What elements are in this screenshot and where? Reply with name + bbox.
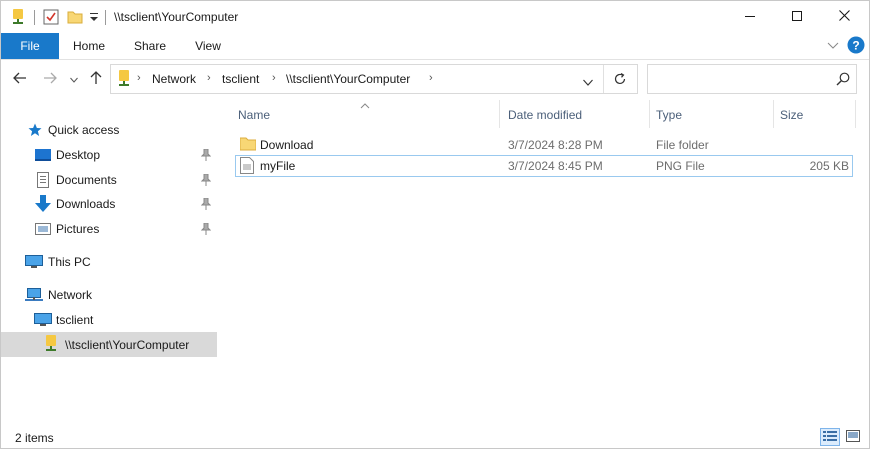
desktop-folder-icon <box>35 148 51 165</box>
up-button[interactable] <box>87 69 105 89</box>
pin-icon[interactable] <box>200 197 212 213</box>
breadcrumb-yourcomputer[interactable]: \\tsclient\YourComputer <box>286 72 410 86</box>
file-row[interactable]: myFile 3/7/2024 8:45 PM PNG File 205 KB <box>235 155 853 177</box>
sort-ascending-icon <box>360 98 370 112</box>
sidebar-item-label: This PC <box>48 255 91 269</box>
search-icon <box>836 72 850 89</box>
breadcrumb-network[interactable]: Network <box>152 72 196 86</box>
recent-locations-button[interactable] <box>67 69 81 89</box>
pin-icon[interactable] <box>200 173 212 189</box>
pin-icon[interactable] <box>200 222 212 238</box>
breadcrumb-separator-icon: › <box>137 72 141 84</box>
properties-icon[interactable] <box>43 9 59 28</box>
forward-button[interactable] <box>41 69 59 89</box>
sidebar-item-desktop[interactable]: Desktop <box>1 143 217 167</box>
window-title: \\tsclient\YourComputer <box>114 10 239 24</box>
pictures-icon <box>35 223 51 238</box>
large-icons-view-button[interactable] <box>843 428 863 446</box>
documents-icon <box>37 172 49 191</box>
sidebar-item-label: Downloads <box>56 197 116 211</box>
minimize-icon <box>745 10 755 24</box>
address-bar[interactable]: › Network › tsclient › \\tsclient\YourCo… <box>110 64 638 94</box>
search-input[interactable] <box>647 64 857 94</box>
column-header-type[interactable]: Type <box>656 108 682 122</box>
file-explorer-window: \\tsclient\YourComputer File Home Share … <box>0 0 870 449</box>
sidebar-item-this-pc[interactable]: This PC <box>1 250 217 274</box>
breadcrumb-separator-icon[interactable]: › <box>429 72 433 84</box>
details-view-button[interactable] <box>820 428 840 446</box>
expand-ribbon-icon[interactable] <box>827 40 839 54</box>
new-folder-icon[interactable] <box>67 9 83 28</box>
tab-home[interactable]: Home <box>63 33 115 59</box>
sidebar-item-quick-access[interactable]: Quick access <box>1 118 217 142</box>
sidebar-item-label: Network <box>48 288 93 302</box>
sidebar-item-tsclient[interactable]: tsclient <box>1 308 217 332</box>
sidebar-item-label: Quick access <box>48 123 120 137</box>
back-arrow-icon <box>13 72 27 87</box>
star-icon <box>28 123 42 140</box>
svg-text:?: ? <box>852 39 859 53</box>
file-type: PNG File <box>656 159 705 173</box>
monitor-icon <box>25 255 43 272</box>
large-icons-view-icon <box>846 429 860 445</box>
sidebar-item-documents[interactable]: Documents <box>1 168 217 192</box>
maximize-icon <box>792 10 802 24</box>
help-icon[interactable]: ? <box>847 36 865 57</box>
sidebar-item-yourcomputer[interactable]: \\tsclient\YourComputer <box>1 332 217 357</box>
title-bar: \\tsclient\YourComputer <box>1 1 869 33</box>
download-arrow-icon <box>35 195 51 216</box>
network-drive-icon <box>117 70 131 91</box>
sidebar-item-label: Documents <box>56 173 117 187</box>
status-item-count: 2 items <box>15 431 54 445</box>
details-view-icon <box>823 430 837 445</box>
address-history-dropdown-icon[interactable] <box>583 75 593 89</box>
file-row[interactable]: Download 3/7/2024 8:28 PM File folder <box>235 134 853 156</box>
forward-arrow-icon <box>43 72 57 87</box>
column-headers: Name Date modified Type Size <box>231 100 861 130</box>
sidebar-item-label: \\tsclient\YourComputer <box>65 337 190 352</box>
network-icon <box>25 288 43 305</box>
sidebar-item-label: Pictures <box>56 222 100 236</box>
refresh-icon[interactable] <box>613 72 627 89</box>
ribbon-tabs: File Home Share View ? <box>1 33 869 59</box>
network-drive-icon <box>44 335 58 356</box>
tab-view[interactable]: View <box>185 33 231 59</box>
minimize-button[interactable] <box>727 1 773 33</box>
image-file-icon <box>240 157 254 177</box>
up-arrow-icon <box>90 70 102 88</box>
customize-toolbar-icon[interactable] <box>89 11 99 26</box>
file-name: Download <box>260 138 314 152</box>
file-date-modified: 3/7/2024 8:45 PM <box>508 159 603 173</box>
folder-icon <box>239 136 257 155</box>
chevron-down-icon <box>70 72 78 86</box>
breadcrumb-tsclient[interactable]: tsclient <box>222 72 259 86</box>
column-header-size[interactable]: Size <box>780 108 803 122</box>
maximize-button[interactable] <box>774 1 820 33</box>
back-button[interactable] <box>11 69 29 89</box>
breadcrumb-separator-icon[interactable]: › <box>272 72 276 84</box>
tab-file[interactable]: File <box>1 33 59 59</box>
close-icon <box>838 10 850 24</box>
sidebar-item-downloads[interactable]: Downloads <box>1 192 217 216</box>
file-size: 205 KB <box>809 159 849 173</box>
monitor-icon <box>34 313 52 330</box>
sidebar-item-pictures[interactable]: Pictures <box>1 217 217 241</box>
file-name: myFile <box>260 159 296 173</box>
breadcrumb-separator-icon[interactable]: › <box>207 72 211 84</box>
sidebar-item-network[interactable]: Network <box>1 283 217 307</box>
navigation-pane: Quick access Desktop Documents Downloads <box>1 98 219 424</box>
file-type: File folder <box>656 138 709 152</box>
sidebar-item-label: Desktop <box>56 148 101 162</box>
pin-icon[interactable] <box>200 148 212 164</box>
tab-share[interactable]: Share <box>123 33 177 59</box>
sidebar-item-label: tsclient <box>56 313 94 327</box>
column-header-date-modified[interactable]: Date modified <box>508 108 582 122</box>
column-header-name[interactable]: Name <box>238 108 270 122</box>
close-button[interactable] <box>821 1 867 33</box>
file-date-modified: 3/7/2024 8:28 PM <box>508 138 603 152</box>
network-drive-icon <box>11 9 25 28</box>
